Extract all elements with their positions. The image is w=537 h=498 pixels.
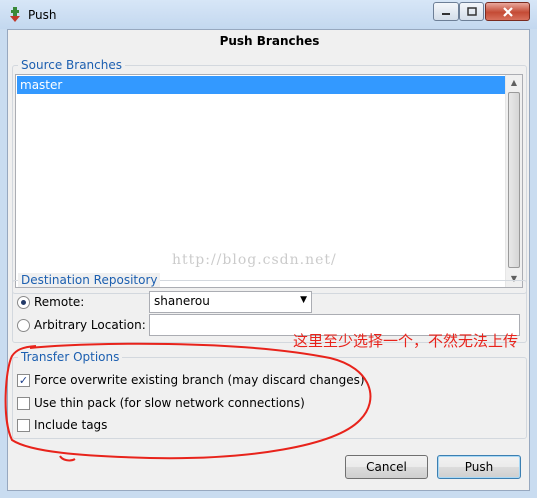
minimize-button[interactable] xyxy=(433,2,459,21)
git-app-icon xyxy=(10,7,20,22)
force-overwrite-label: Force overwrite existing branch (may dis… xyxy=(34,373,365,387)
remote-radio[interactable] xyxy=(17,296,30,309)
annotation-note: 这里至少选择一个，不然无法上传 xyxy=(293,332,519,350)
vertical-scrollbar[interactable]: ▲ ▼ xyxy=(505,75,522,287)
scroll-up-icon[interactable]: ▲ xyxy=(506,75,522,91)
arbitrary-location-label: Arbitrary Location: xyxy=(34,318,146,332)
include-tags-checkbox[interactable] xyxy=(17,419,30,432)
include-tags-label: Include tags xyxy=(34,418,108,432)
window-title: Push xyxy=(28,8,57,22)
transfer-options-legend: Transfer Options xyxy=(18,350,123,364)
maximize-icon xyxy=(466,6,477,16)
watermark-text: http://blog.csdn.net/ xyxy=(172,252,337,268)
chevron-down-icon: ▼ xyxy=(300,295,307,305)
close-button[interactable] xyxy=(485,2,530,21)
thin-pack-checkbox[interactable] xyxy=(17,397,30,410)
close-icon xyxy=(502,6,513,17)
thin-pack-label: Use thin pack (for slow network connecti… xyxy=(34,396,305,410)
destination-legend: Destination Repository xyxy=(18,273,161,287)
remote-label: Remote: xyxy=(34,295,85,309)
dialog-heading: Push Branches xyxy=(219,34,320,48)
arbitrary-location-radio[interactable] xyxy=(17,319,30,332)
push-button[interactable]: Push xyxy=(437,455,521,479)
list-item[interactable]: master xyxy=(17,76,507,94)
maximize-button[interactable] xyxy=(459,2,484,21)
window-titlebar[interactable]: Push xyxy=(0,0,537,29)
scroll-thumb[interactable] xyxy=(508,92,520,268)
remote-select-value: shanerou xyxy=(154,294,210,308)
remote-select[interactable]: shanerou ▼ xyxy=(149,291,312,313)
source-branches-legend: Source Branches xyxy=(18,58,125,72)
force-overwrite-checkbox[interactable]: ✓ xyxy=(17,374,30,387)
minimize-icon xyxy=(442,12,450,15)
cancel-button[interactable]: Cancel xyxy=(345,455,428,479)
